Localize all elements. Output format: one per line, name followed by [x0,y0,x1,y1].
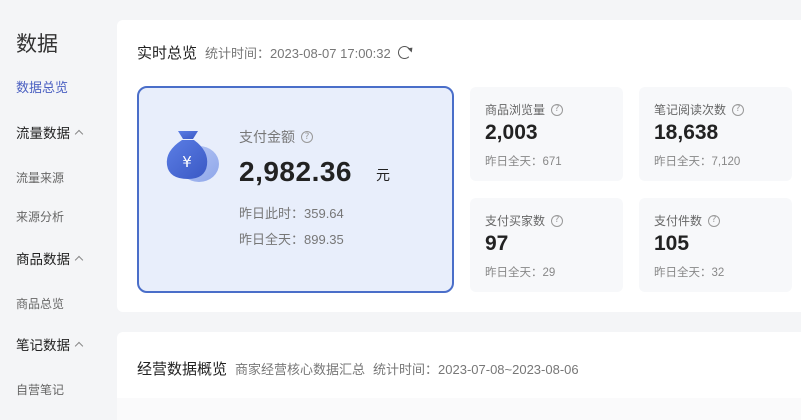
help-icon[interactable]: ? [551,214,564,227]
pay-amount-label-text: 支付金额 [239,129,295,145]
sidebar-item-product-overview[interactable]: 商品总览 [16,295,64,312]
metric-label-text: 支付件数 [654,214,703,228]
operations-title: 经营数据概览 [137,361,228,378]
metric-label-text: 商品浏览量 [485,103,546,117]
sidebar-title: 数据 [16,33,58,56]
metric-yesterday: 昨日全天：32 [654,267,725,279]
metric-label: 支付买家数 ? [485,212,564,229]
metric-value: 2,003 [485,121,538,144]
sidebar-group-product[interactable]: 商品数据 [16,248,84,268]
metric-yesterday: 昨日全天：671 [485,156,562,168]
realtime-time: 统计时间：2023-08-07 17:00:32 [205,46,391,61]
chevron-up-icon [74,341,84,350]
realtime-header: 实时总览 统计时间：2023-08-07 17:00:32 [137,42,411,63]
operations-content-area [117,398,801,420]
sidebar-group-label: 笔记数据 [16,338,70,353]
help-icon[interactable]: ? [551,103,564,116]
help-icon[interactable]: ? [732,103,745,116]
sidebar-group-notes[interactable]: 笔记数据 [16,334,84,354]
realtime-title: 实时总览 [137,45,198,62]
chevron-up-icon [74,255,84,264]
sidebar: 数据 数据总览 流量数据 流量来源 来源分析 商品数据 商品总览 笔记数据 自营… [0,0,110,420]
operations-header: 经营数据概览 商家经营核心数据汇总 统计时间：2023-07-08~2023-0… [137,358,579,379]
metric-tile-note-reads[interactable]: 笔记阅读次数 ? 18,638 昨日全天：7,120 [639,87,792,181]
money-bag-icon: ¥ [166,131,219,182]
pay-amount-unit: 元 [376,167,390,183]
refresh-icon[interactable] [397,46,411,59]
metric-yesterday: 昨日全天：29 [485,267,556,279]
sidebar-item-source-analysis[interactable]: 来源分析 [16,208,64,225]
metric-value: 97 [485,232,509,255]
metric-label-text: 笔记阅读次数 [654,103,727,117]
pay-amount-yesterday-full: 昨日全天：899.35 [239,232,344,247]
sidebar-item-data-overview[interactable]: 数据总览 [16,77,68,96]
metric-value: 18,638 [654,121,719,144]
metric-label: 支付件数 ? [654,212,721,229]
metric-label: 商品浏览量 ? [485,101,564,118]
help-icon[interactable]: ? [301,131,313,143]
pay-amount-yesterday-now: 昨日此时：359.64 [239,206,344,221]
svg-text:¥: ¥ [182,153,192,171]
sidebar-group-label: 商品数据 [16,252,70,267]
metric-value: 105 [654,232,690,255]
metric-label-text: 支付买家数 [485,214,546,228]
sidebar-group-traffic[interactable]: 流量数据 [16,122,84,142]
pay-amount-card[interactable] [137,86,454,293]
metric-label: 笔记阅读次数 ? [654,101,745,118]
operations-time: 统计时间：2023-07-08~2023-08-06 [373,362,579,377]
sidebar-item-traffic-source[interactable]: 流量来源 [16,169,64,186]
pay-amount-value: 2,982.36 [239,156,352,187]
pay-amount-label: 支付金额 ? [239,127,313,147]
sidebar-item-own-notes[interactable]: 自营笔记 [16,381,64,398]
metric-tile-paying-buyers[interactable]: 支付买家数 ? 97 昨日全天：29 [470,198,623,292]
metric-tile-paid-items[interactable]: 支付件数 ? 105 昨日全天：32 [639,198,792,292]
chevron-up-icon [74,129,84,138]
sidebar-group-label: 流量数据 [16,126,70,141]
metric-tile-product-views[interactable]: 商品浏览量 ? 2,003 昨日全天：671 [470,87,623,181]
help-icon[interactable]: ? [708,214,721,227]
operations-subtitle: 商家经营核心数据汇总 [235,362,366,377]
metric-yesterday: 昨日全天：7,120 [654,156,741,168]
